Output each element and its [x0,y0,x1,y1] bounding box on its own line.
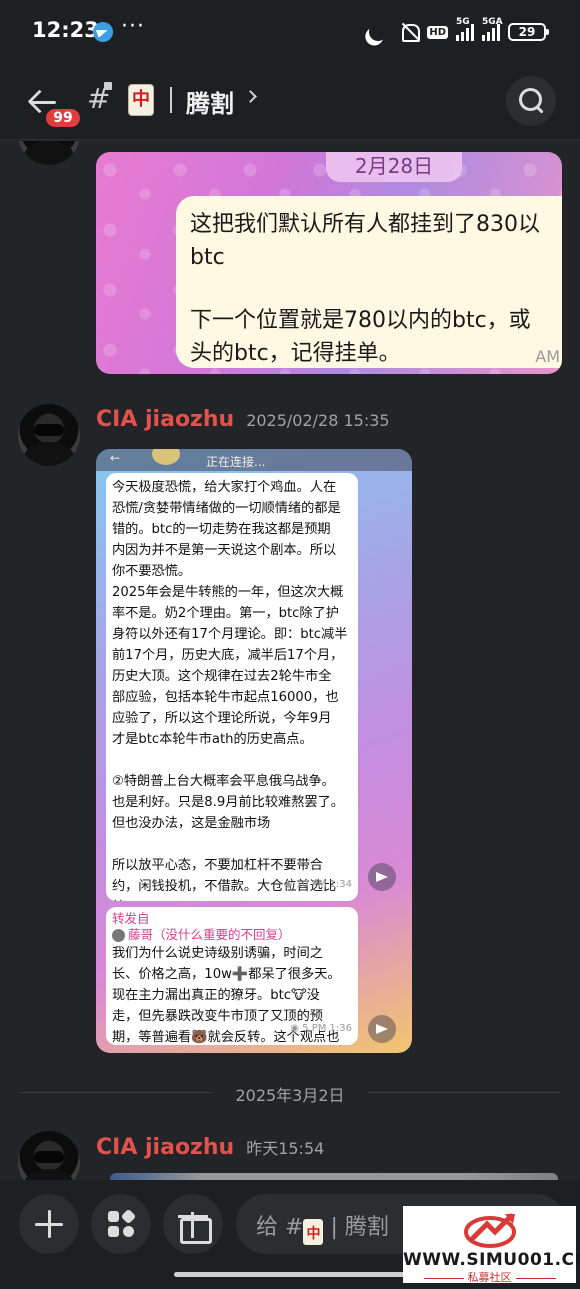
image1-line: btc [190,245,225,270]
watermark-url: WWW.SIMU001.CN [403,1250,580,1270]
attachment-image-3-preview[interactable] [110,1173,558,1180]
forwarded-text-card-1: 今天极度恐慌，给大家打个鸡血。人在 恐慌/贪婪带情绪做的一切顺情绪的都是 错的。bt… [106,473,358,901]
forwarded-text-card-2: 转发自 藤哥（没什么重要的不回复） 我们为什么说史诗级别诱骗，时间之长、价格之高… [106,907,358,1045]
mute-bell-icon [399,22,421,42]
site-watermark: WWW.SIMU001.CN 私募社区 [403,1206,580,1285]
watermark-subtitle: 私募社区 [403,1269,576,1285]
network-label-5ga: 5GA [482,17,503,27]
image-quoted-message: 这把我们默认所有人都挂到了830以 btc 下一个位置就是780以内的btc，或… [176,196,562,368]
card-text-line: 你不要恐慌。 [112,564,192,579]
card-text-line: 现在主力漏出真正的獠牙。btc🐮没 [112,988,320,1003]
message-header: CIA jiaozhu 昨天15:54 [96,1135,324,1165]
chevron-right-icon[interactable] [244,90,257,103]
card-text-line: 长、价格之高，10w➕都呆了很多天。 [112,967,341,982]
card-text-line: 前17个月，历史大底，减半后17个月， [112,648,344,663]
status-bar: 12:23 ··· HD 5G 5GA 29 [0,0,580,64]
message-input-placeholder: 给 # 中 | 腾割 [256,1209,389,1245]
placeholder-prefix: 给 # [256,1215,304,1240]
home-indicator[interactable] [174,1272,406,1277]
unread-badge: 99 [43,106,83,130]
placeholder-separator: | [330,1215,338,1240]
card-text-line: 我们为什么说史诗级别诱骗，时间之 [112,946,323,961]
message-timestamp: 2025/02/28 15:35 [246,411,390,430]
signal-5g-icon: 5G [456,17,474,41]
author-name[interactable]: CIA jiaozhu [96,1135,234,1160]
card-text-line: 率不是。奶2个理由。第一，btc除了护 [112,606,339,621]
message-timestamp: 昨天15:54 [246,1139,325,1158]
network-label-5g: 5G [456,17,470,27]
card-text-line: 2025年会是牛转熊的一年，但这次大概 [112,585,344,600]
avatar[interactable] [18,141,80,165]
card-text-line: 恐慌/贪婪带情绪做的一切顺情绪的都是 [112,501,341,516]
status-indicators: HD 5G 5GA 29 [367,17,549,44]
card-text-line: 部应验，包括本轮牛市起点16000，也 [112,690,339,705]
card1-meta: ◉ 10 PM 1:34 [283,879,352,890]
card-text-line: 历史大顶。这个规律在过去2轮牛市全 [112,669,332,684]
add-attachment-button[interactable] [19,1194,79,1254]
status-time: 12:23 [32,18,99,42]
channel-separator [170,87,172,113]
card-text-line: 今天极度恐慌，给大家打个鸡血。人在 [112,480,337,495]
battery-icon: 29 [508,23,549,41]
message-header: CIA jiaozhu 2025/02/28 15:35 [96,407,390,437]
avatar[interactable] [18,1131,80,1180]
forward-arrow-icon [368,1015,396,1043]
mahjong-emoji: 中 [128,84,154,116]
image1-line: 这把我们默认所有人都挂到了830以 [190,212,540,237]
do-not-disturb-icon [367,20,390,43]
signal-5ga-icon: 5GA [482,17,503,41]
connecting-status: 正在连接... [206,455,266,469]
channel-title[interactable]: 腾割 [186,84,234,119]
mahjong-glyph: 中 [132,89,150,110]
image2-topbar: ← 正在连接... [96,449,412,471]
attachment-image-2[interactable]: ← 正在连接... 今天极度恐慌，给大家打个鸡血。人在 恐慌/贪婪带情绪做的一切顺… [96,449,412,1053]
avatar[interactable] [18,404,80,466]
placeholder-channel: 腾割 [344,1215,389,1240]
image-date-pill: 2月28日 [326,152,462,182]
attachment-image-1[interactable]: 2月28日 这把我们默认所有人都挂到了830以 btc 下一个位置就是780以内… [96,152,562,374]
card-text-line: ②特朗普上台大概率会平息俄乌战争。 [112,774,335,789]
card-text-line: 应验了，所以这个理论所说，今年9月 [112,711,332,726]
image1-line: 头的btc，记得挂单。 [190,341,401,366]
card-text-line: 但也没办法，这是金融市场 [112,816,271,831]
search-button[interactable] [506,76,556,126]
author-name[interactable]: CIA jiaozhu [96,407,234,432]
card-text-line: 才是btc本轮牛市ath的历史高点。 [112,732,313,747]
image1-line: 下一个位置就是780以内的btc，或 [190,308,531,333]
watermark-logo-icon [464,1213,516,1248]
gift-button[interactable] [163,1194,223,1254]
hd-badge: HD [427,25,448,39]
image1-time: AM [535,347,560,366]
card-text-line [112,750,352,771]
forwarded-from-label: 转发自 [112,911,150,926]
lock-icon [104,82,112,90]
apps-button[interactable] [91,1194,151,1254]
mahjong-glyph: 中 [306,1226,321,1242]
telegram-icon [93,22,113,42]
card-text-line: 错的。btc的一切走势在我这都是预期 [112,522,331,537]
channel-header: 99 # 中 腾割 [0,64,580,140]
forwarded-sender-name: 藤哥（没什么重要的不回复） [128,927,291,942]
date-divider-label: 2025年3月2日 [235,1086,345,1105]
message-list[interactable]: 2月28日 这把我们默认所有人都挂到了830以 btc 下一个位置就是780以内… [0,141,580,1180]
card-text-line: 所以放平心态，不要加杠杆不要带合 [112,858,323,873]
more-notifications-icon: ··· [121,14,145,39]
card-text-line: 身符以外还有17个月理论。即：btc减半 [112,627,348,642]
card-text-line [112,834,352,855]
forwarded-sender: 藤哥（没什么重要的不回复） [112,927,352,943]
card-text-line: 内因为并不是第一天说这个剧本。所以 [112,543,337,558]
date-divider: 2025年3月2日 [20,1081,560,1105]
mahjong-emoji: 中 [303,1219,324,1245]
card2-meta: ◉ 5 PM 1:36 [290,1023,352,1034]
sender-avatar [112,928,125,942]
card-text-line: 特 [112,897,352,901]
card-text-line: 也是利好。只是8.9月前比较难熬罢了。 [112,795,344,810]
forward-arrow-icon [368,863,396,891]
